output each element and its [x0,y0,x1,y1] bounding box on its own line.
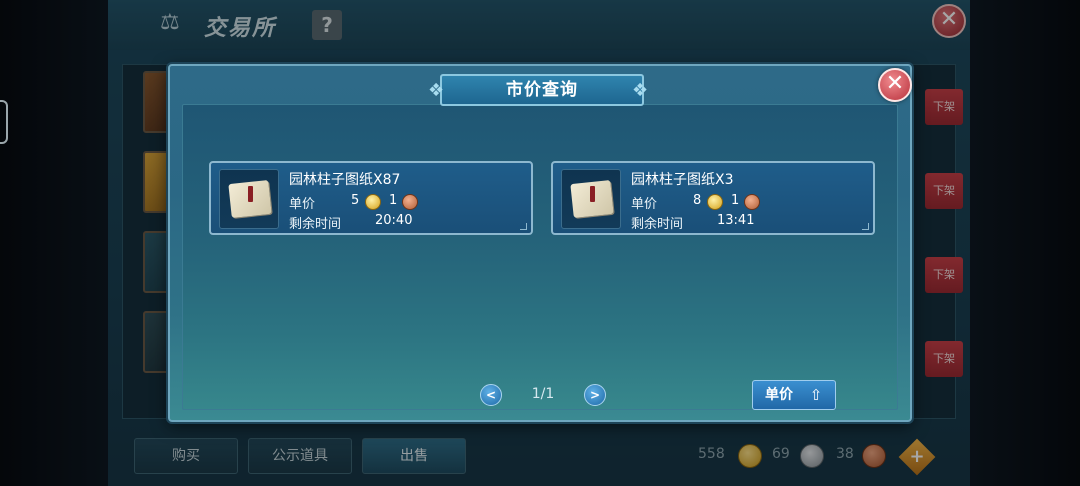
copper-price: 1 [731,193,740,208]
ornament-icon: ❖ [632,80,649,101]
sort-button-label: 单价 [765,387,793,403]
sort-by-unit-price-button[interactable]: 单价 ⇧ [752,380,836,410]
dialog-title-banner: ❖ 市价查询 ❖ [428,74,648,106]
item-thumbnail [561,169,621,229]
item-name: 园林柱子图纸X87 [289,172,401,188]
listing-card[interactable]: 园林柱子图纸X3 单价 8 1 剩余时间 13:41 [551,161,875,235]
side-drawer-handle[interactable] [0,100,8,144]
close-icon: ✕ [885,71,905,96]
time-left: 13:41 [717,213,755,228]
prev-page-button[interactable]: < [480,384,502,406]
copper-price: 1 [389,193,398,208]
copper-coin-icon [744,194,760,210]
listing-card[interactable]: 园林柱子图纸X87 单价 5 1 剩余时间 20:40 [209,161,533,235]
page-indicator: 1/1 [531,386,555,402]
next-page-button[interactable]: > [584,384,606,406]
time-left-label: 剩余时间 [631,217,684,232]
item-thumbnail [219,169,279,229]
time-left: 20:40 [375,213,413,228]
gold-coin-icon [707,194,723,210]
gold-price: 8 [693,193,702,208]
expand-corner-icon [520,223,527,230]
dialog-title: 市价查询 [506,80,578,100]
copper-coin-icon [402,194,418,210]
market-price-dialog: 园林柱子图纸X87 单价 5 1 剩余时间 20:40 园林柱子图纸X3 单价 … [168,64,912,422]
gold-coin-icon [365,194,381,210]
price-label: 单价 [631,197,658,212]
dialog-close-button[interactable]: ✕ [878,68,912,102]
time-left-label: 剩余时间 [289,217,342,232]
expand-corner-icon [862,223,869,230]
price-label: 单价 [289,197,316,212]
item-name: 园林柱子图纸X3 [631,172,734,188]
sort-arrow-up-icon: ⇧ [809,386,823,404]
game-screen: ⚖ 交易所 ? ✕ 下架 下架 下架 下架 购买 公示道具 出售 558 69 … [0,0,1080,486]
listing-panel: 园林柱子图纸X87 单价 5 1 剩余时间 20:40 园林柱子图纸X3 单价 … [182,104,898,410]
gold-price: 5 [351,193,360,208]
